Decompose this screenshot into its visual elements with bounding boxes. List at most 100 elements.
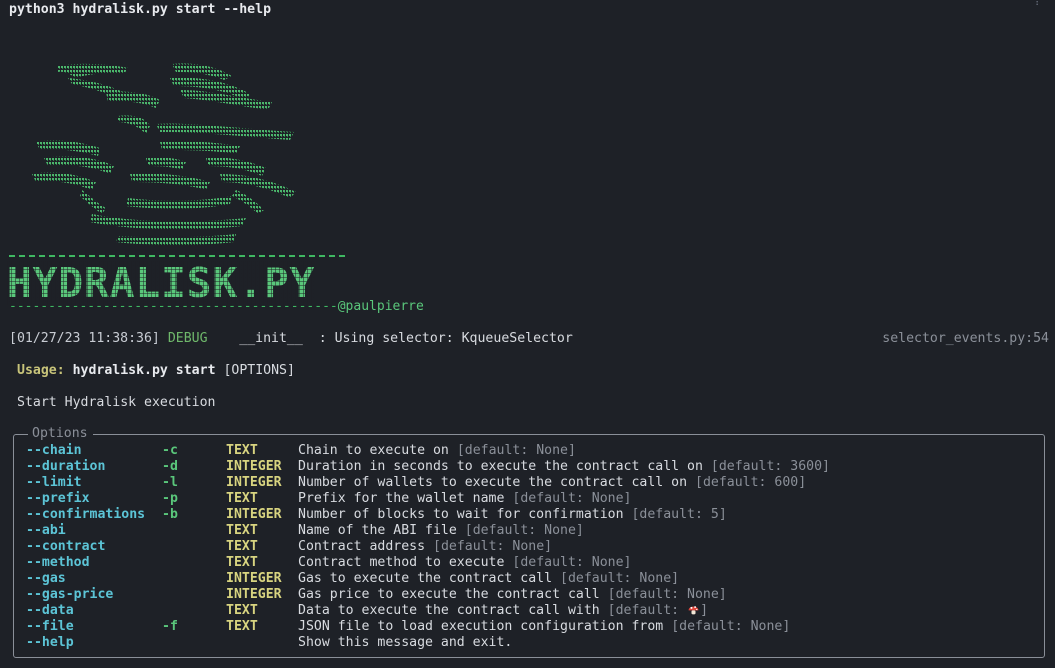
option-short-flag: -b (162, 507, 178, 522)
option-row: --gas INTEGER Gas to execute the contract … (26, 571, 1026, 587)
option-name: --limit (26, 475, 82, 490)
option-default: [default: None] (671, 619, 791, 634)
option-row: --method TEXT Contract method to execute [… (26, 555, 1026, 571)
option-row: --limit -l INTEGER Number of wallets to exe… (26, 475, 1026, 491)
option-name: --file (26, 619, 74, 634)
option-type: TEXT (226, 539, 258, 554)
option-row: --abi TEXT Name of the ABI file [default: … (26, 523, 1026, 539)
option-name: --method (26, 555, 90, 570)
option-row: --gas-price INTEGER Gas price to execute t… (26, 587, 1026, 603)
option-help-text: Chain to execute on (298, 443, 449, 458)
option-row: --prefix -p TEXT Prefix for the wallet name… (26, 491, 1026, 507)
option-help-text: Number of blocks to wait for confirmatio… (298, 507, 624, 522)
option-default: [default: None] (512, 491, 632, 506)
option-short-flag: -c (162, 443, 178, 458)
terminal-command: python3 hydralisk.py start --help (9, 2, 272, 17)
option-default: [default: None] (464, 523, 584, 538)
option-help: Contract method to execute [default: Non… (298, 555, 631, 571)
option-help: Prefix for the wallet name [default: Non… (298, 491, 631, 507)
option-help: Number of blocks to wait for confirmatio… (298, 507, 727, 523)
option-short-flag: -l (162, 475, 178, 490)
option-default: [default: 3600] (710, 459, 830, 474)
option-help-text: Gas to execute the contract call (298, 571, 553, 586)
command-description: Start Hydralisk execution (17, 395, 216, 410)
option-row: --duration -d INTEGER Duration in seconds t… (26, 459, 1026, 475)
mushroom-icon (688, 606, 699, 615)
banner-signature-rule: ----------------------------------------… (9, 299, 338, 314)
debug-log-line: [01/27/23 11:38:36] DEBUG __init__ : Usi… (9, 331, 573, 347)
option-default: [default: None] (433, 539, 553, 554)
option-type: TEXT (226, 619, 258, 634)
option-type: TEXT (226, 603, 258, 618)
option-short-flag: -p (162, 491, 178, 506)
option-default: [default: None] (560, 571, 680, 586)
usage-prog: hydralisk.py start (72, 363, 216, 378)
option-default: [default: 600] (695, 475, 807, 490)
option-help-text: Show this message and exit. (298, 635, 513, 650)
option-help: Gas price to execute the contract call [… (298, 587, 727, 603)
option-short-flag: -d (162, 459, 178, 474)
option-help: Data to execute the contract call with [… (298, 603, 708, 619)
option-help: Gas to execute the contract call [defaul… (298, 571, 679, 587)
option-help: Chain to execute on [default: None] (298, 443, 576, 459)
log-message: : Using selector: KqueueSelector (318, 331, 573, 346)
option-name: --contract (26, 539, 106, 554)
option-name: --chain (26, 443, 82, 458)
option-help-text: Data to execute the contract call with (298, 603, 600, 618)
option-help-text: Duration in seconds to execute the contr… (298, 459, 703, 474)
option-default: [default: None] (456, 443, 576, 458)
option-name: --data (26, 603, 74, 618)
option-type: TEXT (226, 555, 258, 570)
option-type: INTEGER (226, 475, 282, 490)
log-level: DEBUG (167, 331, 208, 346)
overflow-icon: ⁞ (1033, 0, 1041, 9)
option-help-text: Contract address (298, 539, 426, 554)
option-name: --gas-price (26, 587, 114, 602)
option-help-text: Number of wallets to execute the contrac… (298, 475, 688, 490)
option-help-text: Contract method to execute (298, 555, 505, 570)
option-help-text: JSON file to load execution configuratio… (298, 619, 664, 634)
option-name: --duration (26, 459, 106, 474)
option-name: --confirmations (26, 507, 146, 522)
option-row: --file -f TEXT JSON file to load execution … (26, 619, 1026, 635)
option-type: INTEGER (226, 587, 282, 602)
option-default: [default: 5] (631, 507, 727, 522)
option-type: TEXT (226, 443, 258, 458)
option-default: [default: (607, 603, 688, 618)
options-panel-title: Options (28, 426, 93, 442)
option-help-text: Name of the ABI file (298, 523, 457, 538)
options-panel: Options --chain -c TEXT Chain to execute on… (13, 426, 1045, 658)
usage-label: Usage: (17, 363, 65, 378)
option-help: Name of the ABI file [default: None] (298, 523, 584, 539)
option-name: --help (26, 635, 74, 650)
option-default: [default: None] (607, 587, 727, 602)
option-type: INTEGER (226, 507, 282, 522)
option-help: Duration in seconds to execute the contr… (298, 459, 830, 475)
option-short-flag: -f (162, 619, 178, 634)
option-help: Number of wallets to execute the contrac… (298, 475, 806, 491)
option-help: Contract address [default: None] (298, 539, 552, 555)
log-module: __init__ (239, 331, 303, 346)
banner-top-rule (9, 255, 345, 257)
option-row: --confirmations -b INTEGER Number of blocks… (26, 507, 1026, 523)
option-type: TEXT (226, 491, 258, 506)
banner-handle: @paulpierre (337, 299, 424, 314)
option-type: TEXT (226, 523, 258, 538)
usage-line: Usage: hydralisk.py start [OPTIONS] (17, 363, 295, 379)
option-help-text: Prefix for the wallet name (298, 491, 505, 506)
option-type: INTEGER (226, 459, 282, 474)
option-row: --data TEXT Data to execute the contract c… (26, 603, 1026, 619)
option-row: --chain -c TEXT Chain to execute on [defaul… (26, 443, 1026, 459)
option-name: --prefix (26, 491, 90, 506)
log-source: selector_events.py:54 (882, 331, 1049, 346)
option-row: --help Show this message and exit. (26, 635, 1026, 651)
option-help-text: Gas price to execute the contract call (298, 587, 600, 602)
option-default-tail: ] (700, 603, 709, 618)
option-help: JSON file to load execution configuratio… (298, 619, 790, 635)
banner-signature: ----------------------------------------… (9, 299, 424, 315)
option-name: --abi (26, 523, 66, 538)
option-type: INTEGER (226, 571, 282, 586)
log-timestamp: [01/27/23 11:38:36] (9, 331, 160, 346)
option-default: [default: None] (512, 555, 632, 570)
usage-args: [OPTIONS] (223, 363, 295, 378)
